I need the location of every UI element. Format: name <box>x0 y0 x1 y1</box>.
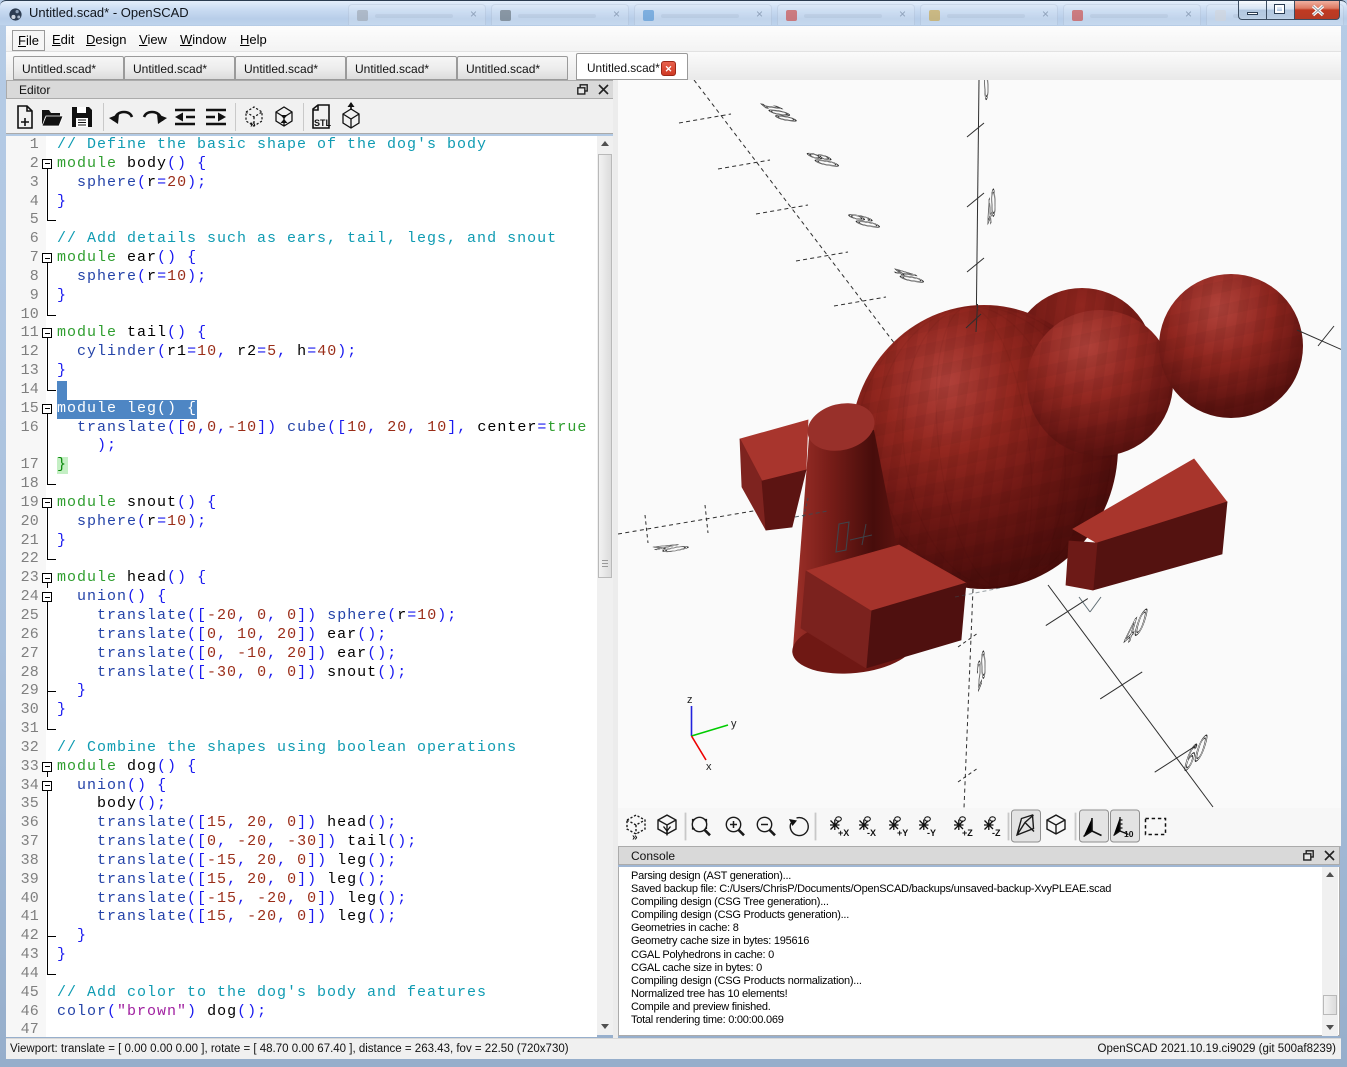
svg-text:»: » <box>250 119 256 130</box>
svg-text:y: y <box>731 718 737 730</box>
svg-text:z: z <box>687 694 693 706</box>
svg-text:STL: STL <box>314 118 332 128</box>
svg-text:-X: -X <box>867 828 876 838</box>
svg-text:+Y: +Y <box>897 828 908 838</box>
svg-text:-Y: -Y <box>927 828 936 838</box>
svg-text:+Z: +Z <box>962 828 973 838</box>
svg-text:»: » <box>632 832 638 843</box>
svg-text:-Z: -Z <box>992 828 1001 838</box>
svg-text:10: 10 <box>1124 829 1134 839</box>
svg-text:x: x <box>706 761 712 773</box>
svg-text:+X: +X <box>838 828 849 838</box>
